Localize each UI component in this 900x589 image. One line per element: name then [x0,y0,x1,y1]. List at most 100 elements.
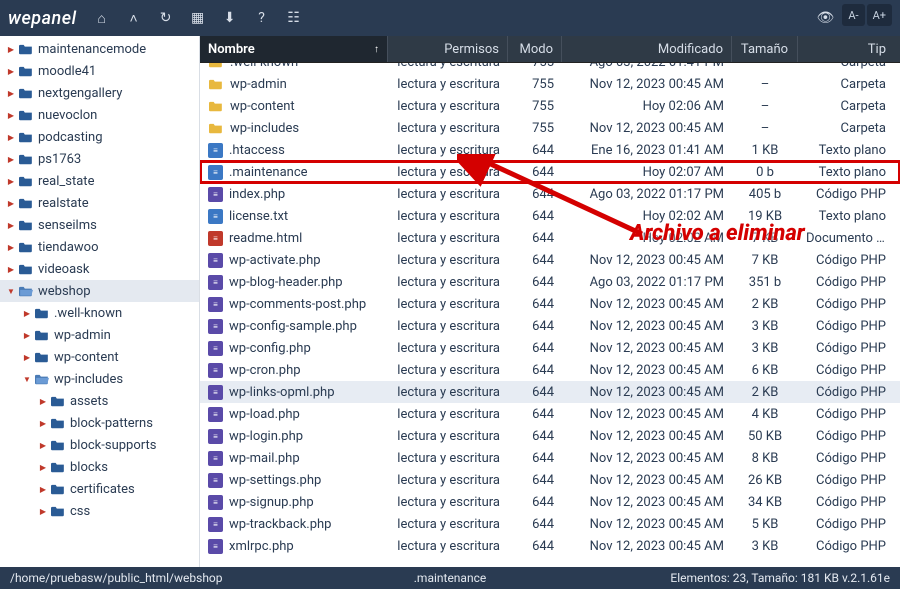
tree-twisty-icon[interactable] [36,507,50,516]
tree-item[interactable]: webshop [0,280,199,302]
file-row[interactable]: ≡wp-comments-post.phplectura y escritura… [200,293,900,315]
column-header-permissions[interactable]: Permisos [388,36,508,62]
tree-item-label: assets [70,394,108,409]
tree-twisty-icon[interactable] [4,89,18,98]
tree-twisty-icon[interactable] [20,375,34,384]
column-header-type[interactable]: Tip [798,36,900,62]
tree-twisty-icon[interactable] [4,221,18,230]
tree-twisty-icon[interactable] [4,67,18,76]
file-row[interactable]: ≡index.phplectura y escritura644Ago 03, … [200,183,900,205]
file-icon: ≡ [208,165,223,180]
file-mode: 755 [508,77,562,92]
tree-item[interactable]: wp-content [0,346,199,368]
file-list[interactable]: .well-knownlectura y escritura755Ago 03,… [200,63,900,567]
file-row[interactable]: ≡wp-login.phplectura y escritura644Nov 1… [200,425,900,447]
tree-item[interactable]: podcasting [0,126,199,148]
file-type: Texto plano [798,143,900,158]
folder-icon [18,86,34,100]
eye-icon[interactable]: 👁 [810,4,840,32]
tree-item[interactable]: videoask [0,258,199,280]
tree-item[interactable]: realstate [0,192,199,214]
help-icon[interactable]: ? [247,4,277,32]
tree-twisty-icon[interactable] [4,199,18,208]
font-increase-button[interactable]: A+ [867,4,892,26]
tree-item[interactable]: wp-admin [0,324,199,346]
column-header-modified[interactable]: Modificado [562,36,732,62]
grid-icon[interactable]: ▦ [183,4,213,32]
file-size: 50 KB [732,429,798,444]
tree-item[interactable]: blocks [0,456,199,478]
tree-twisty-icon[interactable] [20,353,34,362]
tree-twisty-icon[interactable] [36,441,50,450]
font-decrease-button[interactable]: A- [842,4,864,26]
tree-twisty-icon[interactable] [36,397,50,406]
tree-twisty-icon[interactable] [36,485,50,494]
tree-twisty-icon[interactable] [4,243,18,252]
file-row[interactable]: ≡wp-load.phplectura y escritura644Nov 12… [200,403,900,425]
file-row[interactable]: ≡wp-mail.phplectura y escritura644Nov 12… [200,447,900,469]
tree-item[interactable]: .well-known [0,302,199,324]
tree-twisty-icon[interactable] [20,331,34,340]
file-row[interactable]: ≡.htaccesslectura y escritura644Ene 16, … [200,139,900,161]
file-permissions: lectura y escritura [388,495,508,510]
file-row[interactable]: ≡wp-trackback.phplectura y escritura644N… [200,513,900,535]
file-row[interactable]: ≡wp-signup.phplectura y escritura644Nov … [200,491,900,513]
folder-icon [208,121,224,135]
tree-twisty-icon[interactable] [4,265,18,274]
file-mode: 644 [508,297,562,312]
file-name: wp-cron.php [229,363,301,378]
tree-item[interactable]: block-supports [0,434,199,456]
file-row[interactable]: wp-adminlectura y escritura755Nov 12, 20… [200,73,900,95]
up-icon[interactable]: ˄ [119,4,149,32]
column-header-name[interactable]: Nombre↑ [200,36,388,62]
tree-item[interactable]: nuevoclon [0,104,199,126]
tree-twisty-icon[interactable] [4,155,18,164]
tree-twisty-icon[interactable] [4,287,18,296]
file-row[interactable]: wp-includeslectura y escritura755Nov 12,… [200,117,900,139]
download-icon[interactable]: ⬇ [215,4,245,32]
folder-tree[interactable]: maintenancemodemoodle41nextgengallerynue… [0,36,200,567]
file-name: .well-known [230,63,298,70]
tree-item[interactable]: nextgengallery [0,82,199,104]
column-header-size[interactable]: Tamaño [732,36,798,62]
tree-item[interactable]: senseilms [0,214,199,236]
tree-item[interactable]: wp-includes [0,368,199,390]
tree-item[interactable]: block-patterns [0,412,199,434]
tree-item[interactable]: certificates [0,478,199,500]
tree-twisty-icon[interactable] [4,133,18,142]
tree-twisty-icon[interactable] [4,177,18,186]
file-row[interactable]: wp-contentlectura y escritura755Hoy 02:0… [200,95,900,117]
tree-twisty-icon[interactable] [4,111,18,120]
tree-item[interactable]: real_state [0,170,199,192]
file-row[interactable]: ≡wp-settings.phplectura y escritura644No… [200,469,900,491]
tree-item[interactable]: maintenancemode [0,38,199,60]
tree-twisty-icon[interactable] [36,419,50,428]
file-row[interactable]: ≡xmlrpc.phplectura y escritura644Nov 12,… [200,535,900,557]
folder-icon [208,63,224,69]
top-toolbar: wepanel ⌂ ˄ ↻ ▦ ⬇ ? ☷ 👁 A- A+ [0,0,900,36]
column-header-mode[interactable]: Modo [508,36,562,62]
tree-twisty-icon[interactable] [20,309,34,318]
file-row[interactable]: ≡wp-links-opml.phplectura y escritura644… [200,381,900,403]
tree-item[interactable]: assets [0,390,199,412]
file-row[interactable]: ≡wp-activate.phplectura y escritura644No… [200,249,900,271]
tree-item[interactable]: css [0,500,199,522]
home-icon[interactable]: ⌂ [87,4,117,32]
file-row[interactable]: .well-knownlectura y escritura755Ago 03,… [200,63,900,73]
file-row[interactable]: ≡wp-blog-header.phplectura y escritura64… [200,271,900,293]
file-row[interactable]: ≡wp-cron.phplectura y escritura644Nov 12… [200,359,900,381]
tree-item[interactable]: ps1763 [0,148,199,170]
file-row[interactable]: ≡wp-config.phplectura y escritura644Nov … [200,337,900,359]
file-row[interactable]: ≡.maintenancelectura y escritura644Hoy 0… [200,161,900,183]
tree-item[interactable]: moodle41 [0,60,199,82]
file-row[interactable]: ≡license.txtlectura y escritura644Hoy 02… [200,205,900,227]
tree-twisty-icon[interactable] [4,45,18,54]
tree-twisty-icon[interactable] [36,463,50,472]
file-permissions: lectura y escritura [388,275,508,290]
tree-item-label: certificates [70,482,135,497]
tree-item[interactable]: tiendawoo [0,236,199,258]
settings-icon[interactable]: ☷ [279,4,309,32]
file-row[interactable]: ≡wp-config-sample.phplectura y escritura… [200,315,900,337]
refresh-icon[interactable]: ↻ [151,4,181,32]
file-row[interactable]: ≡readme.htmllectura y escritura644Hoy 02… [200,227,900,249]
